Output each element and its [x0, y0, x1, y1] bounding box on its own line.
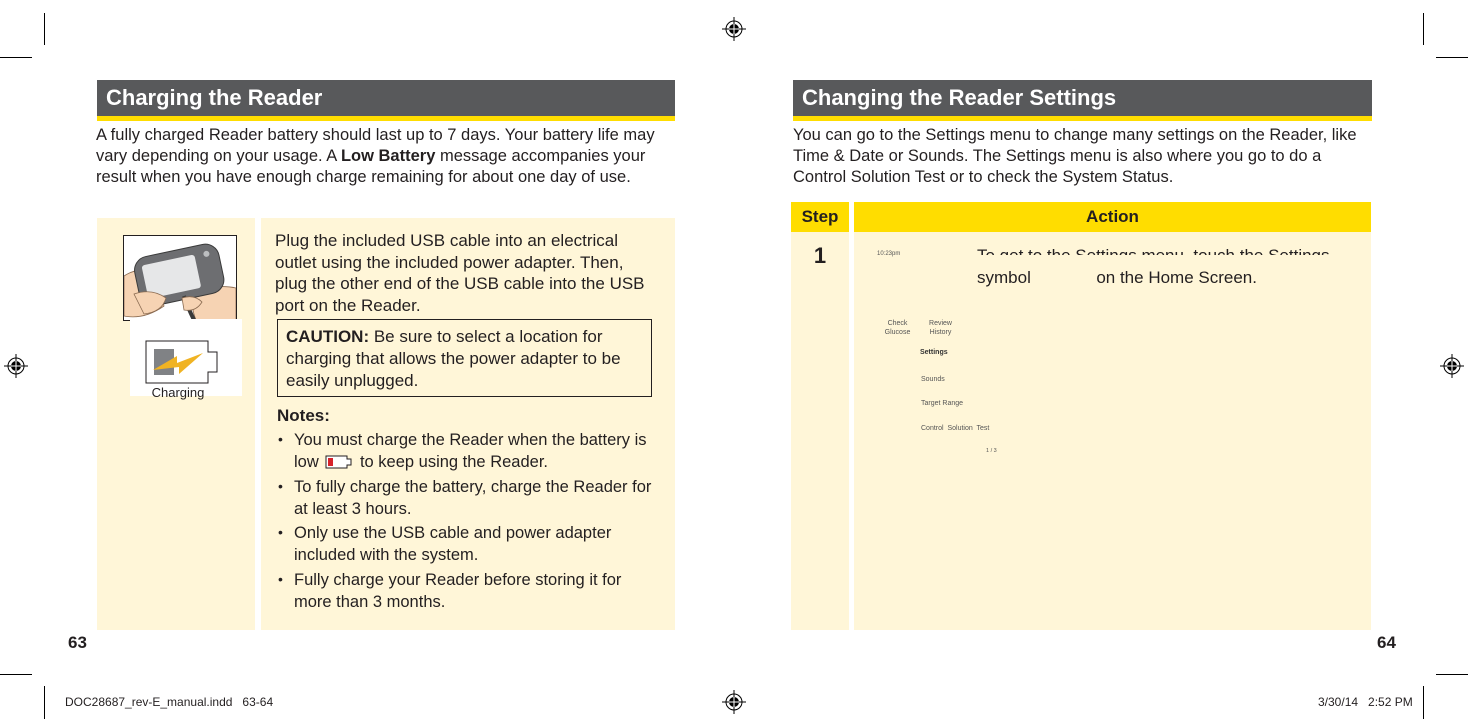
- screen-menu-item: Sounds: [921, 376, 945, 383]
- note-item: • Only use the USB cable and power adapt…: [276, 523, 661, 566]
- screen-time: 10:23pm: [877, 251, 901, 257]
- bullet-icon: •: [278, 431, 283, 447]
- bullet-icon: •: [278, 478, 283, 494]
- note-text: To fully charge the battery, charge the …: [294, 478, 652, 518]
- bullet-icon: •: [278, 524, 283, 540]
- slug-filename: DOC28687_rev-E_manual.indd 63-64: [65, 695, 274, 709]
- screen-settings-title: Settings: [920, 349, 948, 356]
- screen-pager: 1 / 3: [986, 448, 997, 454]
- screen-menu-item: Target Range: [921, 400, 964, 407]
- slug-timestamp: 3/30/14 2:52 PM: [1318, 695, 1413, 709]
- note-item: • You must charge the Reader when the ba…: [276, 430, 661, 473]
- note-text: Fully charge your Reader before storing …: [294, 571, 622, 611]
- registration-mark-icon: [1440, 354, 1464, 378]
- page-number: 64: [1377, 633, 1396, 652]
- reader-device-icon: [124, 243, 236, 320]
- action-text-line2: symbol on the Home Screen.: [977, 268, 1257, 288]
- screen-review-history-button: Review History: [929, 320, 952, 336]
- registration-mark-icon: [4, 354, 28, 378]
- section-rule: [793, 116, 1372, 121]
- action-text: on the Home Screen.: [1096, 268, 1257, 287]
- reader-charging-illustration: [123, 235, 237, 321]
- action-text-line1-clip: To get to the Settings menu, touch the S…: [977, 246, 1357, 255]
- caution-box: CAUTION: Be sure to select a location fo…: [277, 319, 652, 397]
- section-title-charging: Charging the Reader: [97, 80, 675, 116]
- registration-mark-icon: [722, 690, 746, 714]
- low-battery-icon: [325, 455, 352, 468]
- charging-instruction: Plug the included USB cable into an elec…: [275, 231, 645, 315]
- table-header-step: Step: [791, 202, 849, 232]
- intro-paragraph: A fully charged Reader battery should la…: [96, 125, 676, 188]
- crop-mark: [0, 57, 32, 58]
- notes-title: Notes:: [277, 406, 330, 425]
- charging-battery-icon: [145, 340, 218, 384]
- step-number: 1: [813, 243, 827, 268]
- crop-mark: [44, 13, 45, 45]
- page-number: 63: [68, 633, 87, 652]
- charging-label: Charging: [151, 385, 205, 400]
- screen-menu-item: Control Solution Test: [921, 425, 990, 432]
- registration-mark-icon: [722, 17, 746, 41]
- note-text: to keep using the Reader.: [359, 452, 548, 471]
- crop-mark: [44, 686, 45, 719]
- note-text: Only use the USB cable and power adapter…: [294, 524, 612, 564]
- intro-paragraph: You can go to the Settings menu to chang…: [793, 126, 1357, 186]
- note-item: • To fully charge the battery, charge th…: [276, 477, 661, 520]
- action-text-line1: To get to the Settings menu, touch the S…: [977, 246, 1357, 255]
- crop-mark: [1423, 13, 1424, 45]
- step-cell: [791, 232, 849, 630]
- crop-mark: [0, 674, 32, 675]
- section-title-settings: Changing the Reader Settings: [793, 80, 1372, 116]
- crop-mark: [1423, 686, 1424, 719]
- section-rule: [97, 116, 675, 121]
- note-item: • Fully charge your Reader before storin…: [276, 570, 661, 613]
- screen-check-glucose-button: Check Glucose: [884, 320, 911, 336]
- crop-mark: [1436, 674, 1468, 675]
- crop-mark: [1436, 57, 1468, 58]
- bullet-icon: •: [278, 571, 283, 587]
- action-text: symbol: [977, 268, 1031, 287]
- caution-label: CAUTION:: [286, 327, 370, 346]
- table-header-action: Action: [854, 202, 1371, 232]
- low-battery-term: Low Battery: [340, 147, 436, 165]
